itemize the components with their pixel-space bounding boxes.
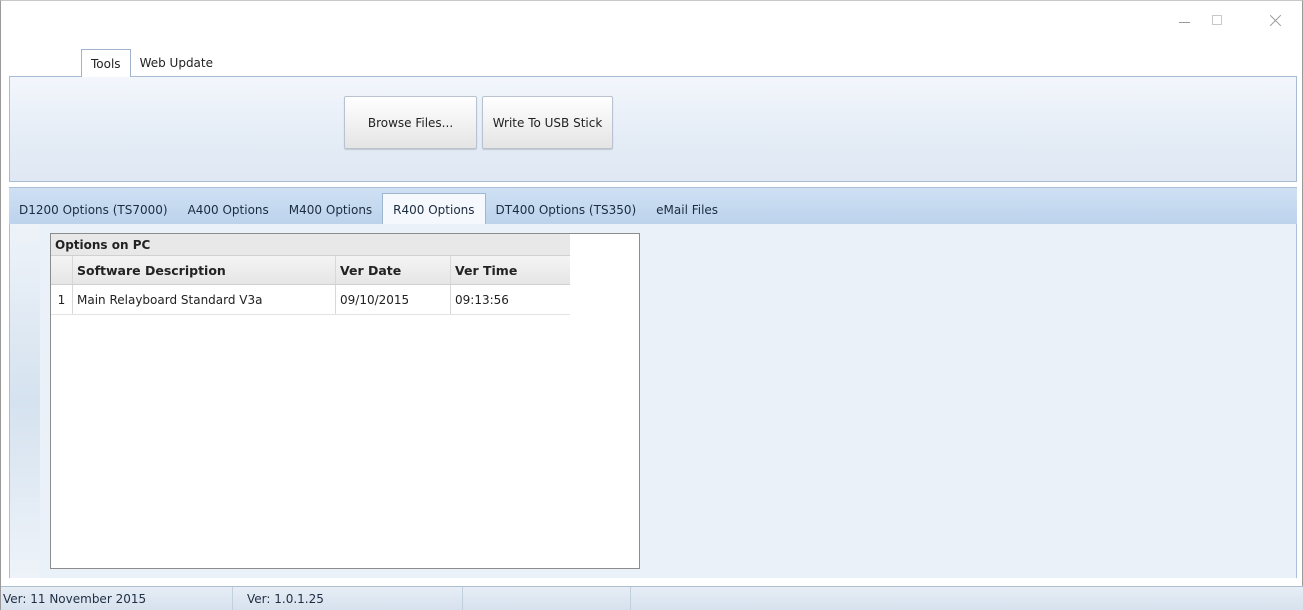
column-header-software-description[interactable]: Software Description (73, 256, 336, 284)
application-window: Tools Web Update Browse Files... Write T… (0, 0, 1303, 610)
grid-column-header-row: Software Description Ver Date Ver Time (51, 256, 570, 285)
ver-date-cell[interactable]: 09/10/2015 (336, 285, 451, 314)
tab-dt400-options[interactable]: DT400 Options (TS350) (486, 195, 647, 225)
table-row[interactable]: 1 Main Relayboard Standard V3a 09/10/201… (51, 285, 570, 315)
tab-d1200-options[interactable]: D1200 Options (TS7000) (9, 195, 178, 225)
maximize-button[interactable] (1204, 9, 1230, 31)
close-button[interactable] (1262, 9, 1288, 31)
column-header-ver-time[interactable]: Ver Time (451, 256, 570, 284)
ver-time-cell[interactable]: 09:13:56 (451, 285, 570, 314)
options-tab-strip: D1200 Options (TS7000) A400 Options M400… (9, 187, 1297, 226)
tab-email-files[interactable]: eMail Files (646, 195, 728, 225)
column-header-ver-date[interactable]: Ver Date (336, 256, 451, 284)
status-version-number: Ver: 1.0.1.25 (233, 587, 463, 610)
minimize-icon (1178, 21, 1190, 23)
status-version-date: Ver: 11 November 2015 (1, 587, 233, 610)
row-number-header (51, 256, 73, 284)
ribbon-tab-web-update[interactable]: Web Update (131, 49, 222, 76)
minimize-button[interactable] (1171, 9, 1197, 31)
status-empty-panel-wide (631, 587, 1303, 610)
close-icon (1269, 14, 1282, 27)
status-bar: Ver: 11 November 2015 Ver: 1.0.1.25 (1, 586, 1303, 610)
status-empty-panel (463, 587, 631, 610)
content-side-shade (10, 224, 40, 578)
tab-a400-options[interactable]: A400 Options (178, 195, 279, 225)
tab-r400-options[interactable]: R400 Options (382, 193, 486, 226)
ribbon-tab-tools[interactable]: Tools (81, 49, 131, 77)
row-number: 1 (51, 285, 73, 314)
grid-group-header: Options on PC (51, 234, 570, 256)
write-to-usb-button[interactable]: Write To USB Stick (482, 96, 613, 149)
options-grid[interactable]: Options on PC Software Description Ver D… (50, 233, 640, 569)
ribbon-panel: Browse Files... Write To USB Stick (9, 76, 1297, 182)
tab-m400-options[interactable]: M400 Options (279, 195, 382, 225)
software-description-cell[interactable]: Main Relayboard Standard V3a (73, 285, 336, 314)
tab-content-area: Options on PC Software Description Ver D… (9, 224, 1297, 578)
ribbon-tab-strip: Tools Web Update (81, 48, 222, 77)
maximize-icon (1212, 15, 1222, 25)
browse-files-button[interactable]: Browse Files... (344, 96, 477, 149)
